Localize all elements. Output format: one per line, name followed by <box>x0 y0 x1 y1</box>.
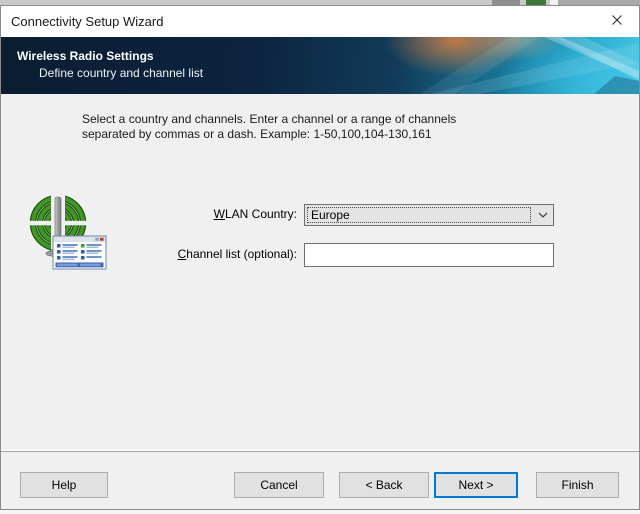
footer-separator <box>1 450 639 452</box>
screen: Connectivity Setup Wizard Wireless Radio… <box>0 0 640 514</box>
wlan-country-combobox[interactable]: Europe <box>304 204 554 226</box>
chevron-down-icon[interactable] <box>533 205 553 225</box>
channel-list-label-rest: hannel list (optional): <box>186 247 297 261</box>
wizard-page-body: Select a country and channels. Enter a c… <box>1 94 639 509</box>
instruction-line-2: separated by commas or a dash. Example: … <box>82 127 456 142</box>
close-icon <box>610 13 624 30</box>
finish-button[interactable]: Finish <box>536 472 619 498</box>
channel-list-label: Channel list (optional): <box>81 247 297 261</box>
channel-list-label-accesskey: C <box>178 247 187 261</box>
channel-list-input[interactable] <box>304 243 554 267</box>
back-button[interactable]: < Back <box>339 472 429 498</box>
wlan-country-label-rest: LAN Country: <box>225 207 297 221</box>
next-button[interactable]: Next > <box>434 472 518 498</box>
wlan-country-label: WLAN Country: <box>81 207 297 221</box>
instruction-text: Select a country and channels. Enter a c… <box>82 112 456 142</box>
wlan-country-label-accesskey: W <box>214 207 225 221</box>
title-bar[interactable]: Connectivity Setup Wizard <box>1 6 639 37</box>
banner-subtitle: Define country and channel list <box>39 66 203 80</box>
help-button[interactable]: Help <box>20 472 108 498</box>
window-title: Connectivity Setup Wizard <box>11 6 163 37</box>
wizard-dialog: Connectivity Setup Wizard Wireless Radio… <box>0 5 640 510</box>
banner-title: Wireless Radio Settings <box>17 49 154 63</box>
instruction-line-1: Select a country and channels. Enter a c… <box>82 112 456 127</box>
close-button[interactable] <box>594 6 639 37</box>
wlan-country-selected-value: Europe <box>307 207 531 223</box>
cancel-button[interactable]: Cancel <box>234 472 324 498</box>
wizard-banner: Wireless Radio Settings Define country a… <box>1 37 639 94</box>
